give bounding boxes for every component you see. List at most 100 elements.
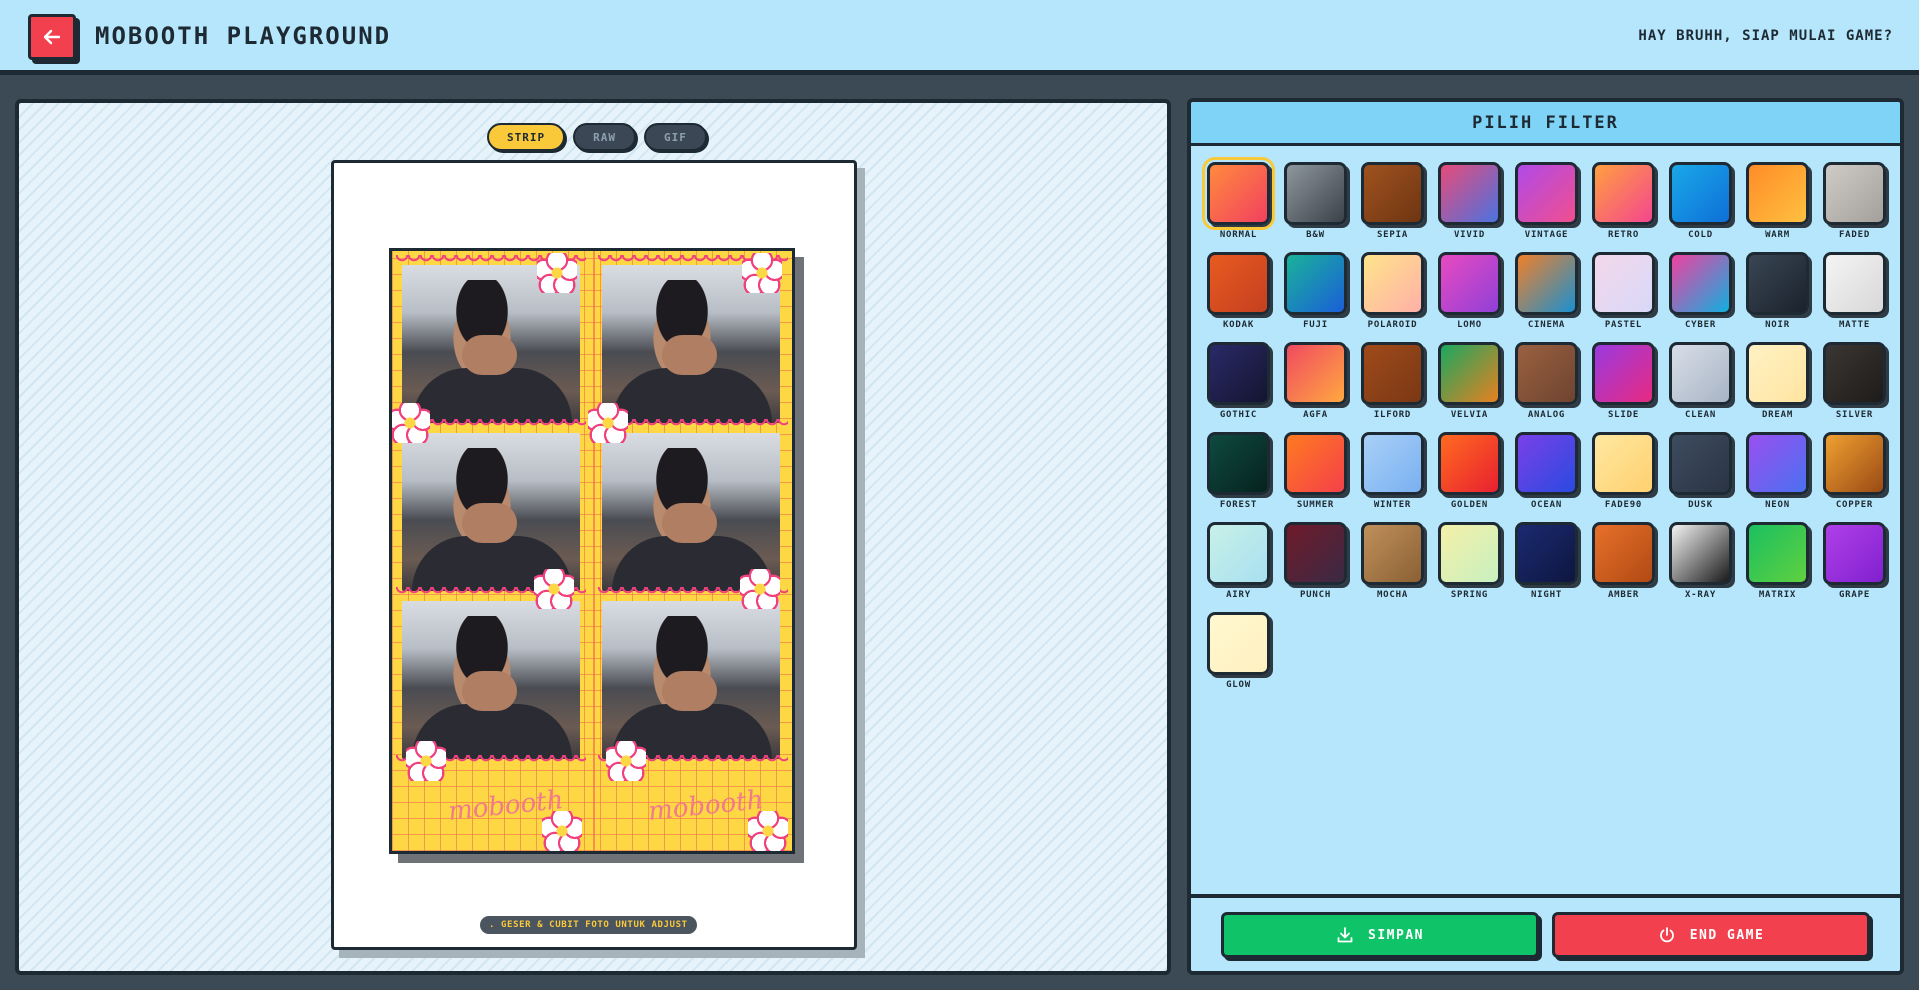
filter-option[interactable]: MOCHA bbox=[1361, 522, 1424, 600]
filter-option[interactable]: CINEMA bbox=[1515, 252, 1578, 330]
tab-gif[interactable]: GIF bbox=[644, 123, 707, 151]
filter-label: X-RAY bbox=[1684, 590, 1717, 600]
filter-option[interactable]: GOLDEN bbox=[1438, 432, 1501, 510]
tab-strip[interactable]: STRIP bbox=[487, 123, 566, 151]
flower-sticker bbox=[606, 741, 646, 781]
filter-option[interactable]: AIRY bbox=[1207, 522, 1270, 600]
filter-option[interactable]: FADE90 bbox=[1592, 432, 1655, 510]
photo-frame[interactable] bbox=[602, 433, 780, 591]
brand-watermark: mobooth bbox=[646, 785, 765, 827]
preview-panel: STRIP RAW GIF mobooth mobooth . GESER & … bbox=[15, 99, 1171, 975]
filter-label: FUJI bbox=[1303, 320, 1328, 330]
filter-option[interactable]: OCEAN bbox=[1515, 432, 1578, 510]
filter-swatch bbox=[1669, 162, 1732, 225]
filter-swatch bbox=[1207, 342, 1270, 405]
filter-option[interactable]: CYBER bbox=[1669, 252, 1732, 330]
filter-option[interactable]: DUSK bbox=[1669, 432, 1732, 510]
filter-label: GLOW bbox=[1226, 680, 1251, 690]
filter-option[interactable]: RETRO bbox=[1592, 162, 1655, 240]
filter-option[interactable]: VIVID bbox=[1438, 162, 1501, 240]
filter-option[interactable]: SILVER bbox=[1823, 342, 1886, 420]
filter-option[interactable]: VELVIA bbox=[1438, 342, 1501, 420]
filter-swatch bbox=[1592, 162, 1655, 225]
filter-option[interactable]: ILFORD bbox=[1361, 342, 1424, 420]
back-button[interactable] bbox=[28, 14, 76, 60]
filter-option[interactable]: SEPIA bbox=[1361, 162, 1424, 240]
filter-label: B&W bbox=[1306, 230, 1325, 240]
filter-option[interactable]: NOIR bbox=[1746, 252, 1809, 330]
filter-option[interactable]: WINTER bbox=[1361, 432, 1424, 510]
save-button-label: SIMPAN bbox=[1368, 927, 1424, 943]
mode-tabs: STRIP RAW GIF bbox=[487, 123, 707, 151]
filter-option[interactable]: POLAROID bbox=[1361, 252, 1424, 330]
filter-option[interactable]: GRAPE bbox=[1823, 522, 1886, 600]
filter-swatch bbox=[1284, 342, 1347, 405]
photo-frame[interactable] bbox=[602, 601, 780, 759]
flower-sticker bbox=[406, 741, 446, 781]
filter-option[interactable]: CLEAN bbox=[1669, 342, 1732, 420]
photo-strip[interactable]: mobooth mobooth bbox=[389, 248, 795, 854]
filter-option[interactable]: B&W bbox=[1284, 162, 1347, 240]
filter-option[interactable]: MATRIX bbox=[1746, 522, 1809, 600]
filter-label: DUSK bbox=[1688, 500, 1713, 510]
filter-option[interactable]: SPRING bbox=[1438, 522, 1501, 600]
filter-option[interactable]: VINTAGE bbox=[1515, 162, 1578, 240]
filter-option[interactable]: X-RAY bbox=[1669, 522, 1732, 600]
filter-label: CYBER bbox=[1684, 320, 1717, 330]
tab-raw[interactable]: RAW bbox=[573, 123, 636, 151]
filter-swatch bbox=[1823, 342, 1886, 405]
filter-grid: NORMAL B&W SEPIA VIVID VINTAGE RETRO COLD WARM F… bbox=[1202, 157, 1897, 690]
filter-swatch bbox=[1515, 252, 1578, 315]
filter-option[interactable]: AMBER bbox=[1592, 522, 1655, 600]
filter-label: GOLDEN bbox=[1450, 500, 1489, 510]
filter-option[interactable]: ANALOG bbox=[1515, 342, 1578, 420]
flower-sticker bbox=[740, 569, 780, 609]
save-button[interactable]: SIMPAN bbox=[1221, 912, 1539, 958]
filter-option[interactable]: NIGHT bbox=[1515, 522, 1578, 600]
filter-option[interactable]: AGFA bbox=[1284, 342, 1347, 420]
flower-sticker bbox=[748, 811, 788, 851]
filter-label: WARM bbox=[1765, 230, 1790, 240]
filter-option[interactable]: COLD bbox=[1669, 162, 1732, 240]
filter-label: MOCHA bbox=[1376, 590, 1409, 600]
filter-option[interactable]: NORMAL bbox=[1202, 157, 1275, 240]
filter-swatch bbox=[1746, 522, 1809, 585]
filter-swatch bbox=[1823, 162, 1886, 225]
filter-label: FOREST bbox=[1219, 500, 1258, 510]
filter-option[interactable]: COPPER bbox=[1823, 432, 1886, 510]
filter-swatch bbox=[1361, 252, 1424, 315]
filter-option[interactable]: GLOW bbox=[1207, 612, 1270, 690]
filter-option[interactable]: DREAM bbox=[1746, 342, 1809, 420]
photo-frame[interactable] bbox=[402, 433, 580, 591]
filter-label: AGFA bbox=[1303, 410, 1328, 420]
filter-option[interactable]: FOREST bbox=[1207, 432, 1270, 510]
photo-frame[interactable] bbox=[402, 601, 580, 759]
filter-option[interactable]: WARM bbox=[1746, 162, 1809, 240]
flower-sticker bbox=[542, 811, 582, 851]
filter-option[interactable]: SUMMER bbox=[1284, 432, 1347, 510]
filter-option[interactable]: MATTE bbox=[1823, 252, 1886, 330]
filter-option[interactable]: SLIDE bbox=[1592, 342, 1655, 420]
flower-sticker bbox=[537, 253, 577, 293]
filter-option[interactable]: GOTHIC bbox=[1207, 342, 1270, 420]
filter-option[interactable]: PASTEL bbox=[1592, 252, 1655, 330]
filter-option[interactable]: FUJI bbox=[1284, 252, 1347, 330]
filter-swatch bbox=[1361, 162, 1424, 225]
filter-label: DREAM bbox=[1761, 410, 1794, 420]
filter-option[interactable]: LOMO bbox=[1438, 252, 1501, 330]
filter-swatch bbox=[1823, 252, 1886, 315]
filter-label: WINTER bbox=[1373, 500, 1412, 510]
filter-label: PASTEL bbox=[1604, 320, 1643, 330]
filter-label: RETRO bbox=[1607, 230, 1640, 240]
filter-option[interactable]: PUNCH bbox=[1284, 522, 1347, 600]
filter-label: FADED bbox=[1838, 230, 1871, 240]
end-game-button[interactable]: END GAME bbox=[1552, 912, 1870, 958]
filter-option[interactable]: KODAK bbox=[1207, 252, 1270, 330]
power-icon bbox=[1659, 927, 1674, 943]
filter-option[interactable]: NEON bbox=[1746, 432, 1809, 510]
greeting-text: HAY BRUHH, SIAP MULAI GAME? bbox=[1638, 28, 1893, 44]
filter-swatch bbox=[1592, 252, 1655, 315]
filter-swatch bbox=[1515, 342, 1578, 405]
filter-swatch bbox=[1823, 522, 1886, 585]
filter-option[interactable]: FADED bbox=[1823, 162, 1886, 240]
